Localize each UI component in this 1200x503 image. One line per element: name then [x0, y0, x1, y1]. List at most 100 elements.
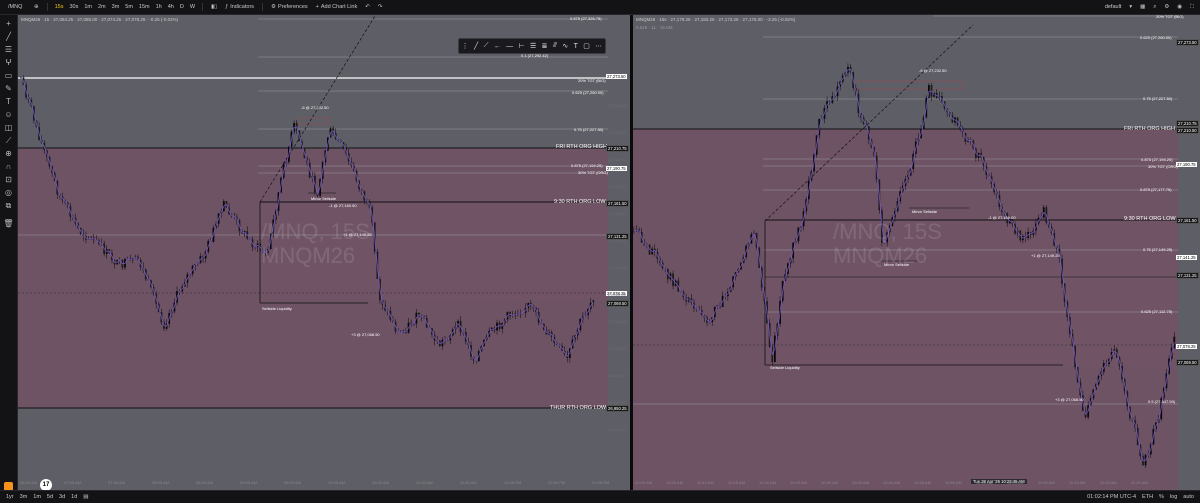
hline-tool-icon[interactable]: —	[506, 43, 513, 50]
left-time-tick: 07:00 AM	[64, 480, 81, 485]
layout-grid-icon[interactable]: ▦	[1140, 4, 1145, 10]
settings-icon[interactable]: ⚙	[1164, 4, 1169, 10]
add-symbol-icon[interactable]: ⊕	[30, 4, 43, 10]
right-time-tick: 10:30 AM	[821, 480, 838, 485]
brush-icon[interactable]: ✎	[3, 84, 14, 93]
timeframe-30s[interactable]: 30s	[66, 4, 81, 10]
pitchfork-icon[interactable]: ⵖ	[3, 58, 14, 67]
range-1d[interactable]: 1d	[71, 494, 77, 500]
ruler-icon[interactable]: ⟋	[3, 136, 14, 145]
camera-icon[interactable]: ◉	[1177, 4, 1182, 10]
right-time-tick: 11:15 AM	[1100, 480, 1117, 485]
hray-tool-icon[interactable]: ⊢	[519, 42, 525, 50]
symbol-search[interactable]: /MNQ	[8, 4, 30, 10]
trendline-icon[interactable]: ╱	[3, 32, 14, 41]
right-trade-buy3: +3 @ 27,068.50	[1055, 397, 1084, 402]
left-time-tick: 09:00 AM	[240, 480, 257, 485]
floating-drawing-toolbox: ⋮ ╱ ⟋ ← — ⊢ ☰ ≣ ⫻ ∿ T ▢ ⋯	[458, 38, 606, 54]
trash-icon[interactable]: 🗑	[3, 219, 14, 228]
right-level-05b: 0.5 (27,047.50)	[1148, 399, 1176, 404]
right-legend: MNQM26 · 15s · 27,179.25 · 27,183.25 · 2…	[636, 17, 796, 22]
smile-icon[interactable]: ☺	[3, 110, 14, 119]
right-time-tick: 10:25 AM	[790, 480, 807, 485]
hide-drawings-icon[interactable]: ◎	[3, 188, 14, 197]
rectangle-icon[interactable]: ▭	[3, 71, 14, 80]
right-time-tick: 10:40 AM	[883, 480, 900, 485]
chart-type-icon[interactable]: ▮▯	[207, 4, 221, 10]
horizontal-lines-icon[interactable]: ☰	[3, 45, 14, 54]
session-toggle[interactable]: ETH	[1142, 494, 1153, 500]
timeframe-w[interactable]: W	[187, 4, 198, 10]
left-level-0875top: 0.875 (27,326.75)	[570, 16, 602, 21]
right-level-0625b: 0.625 (27,112.75)	[1141, 309, 1173, 314]
line-tool-icon[interactable]: ╱	[474, 42, 478, 50]
top-toolbar: /MNQ ⊕ 15s 30s 1m 2m 3m 5m 15m 1h 4h D W…	[0, 0, 1200, 15]
right-time-tick: 10:00 AM	[635, 480, 652, 485]
log-toggle[interactable]: log	[1170, 494, 1177, 500]
left-trade-buy1: +1 @ 27,149.25	[343, 232, 372, 237]
percent-toggle[interactable]: %	[1159, 494, 1164, 500]
right-tag-p6: 27,131.25	[1176, 272, 1199, 279]
clock-readout: 01:02:14 PM UTC-4	[1087, 494, 1137, 500]
left-tag-p3: 27,190.75	[606, 166, 627, 171]
timeframe-1h[interactable]: 1h	[153, 4, 165, 10]
timeframe-1m[interactable]: 1m	[81, 4, 95, 10]
drag-handle-icon[interactable]: ⋮	[462, 42, 469, 50]
range-1yr[interactable]: 1yr	[6, 494, 14, 500]
timeframe-3m[interactable]: 3m	[109, 4, 123, 10]
text-icon[interactable]: T	[3, 97, 14, 106]
more-tools-icon[interactable]: ⋯	[595, 42, 602, 50]
right-minor-sellside-b: Minor Sellside	[884, 262, 910, 267]
channel-icon[interactable]: ⫻	[553, 42, 557, 50]
lock-icon[interactable]: ⊡	[3, 175, 14, 184]
timeframe-4h[interactable]: 4h	[165, 4, 177, 10]
left-price-tick: 27,125.00	[608, 238, 626, 243]
left-time-tick: 12:30 PM	[548, 480, 566, 485]
path-icon[interactable]: ∿	[562, 42, 568, 50]
right-time-tick: 10:50 AM	[945, 480, 962, 485]
timeframe-15m[interactable]: 15m	[136, 4, 153, 10]
right-time-tick: 10:45 AM	[914, 480, 931, 485]
left-sellside-liquidity: Sellside Liquidity	[262, 306, 292, 311]
fib-tool-icon[interactable]: ☰	[530, 42, 536, 50]
chevron-down-icon[interactable]: ▾	[1129, 4, 1132, 10]
redo-icon[interactable]: ↷	[374, 4, 387, 10]
left-tag-p8: 26,950.25	[606, 405, 629, 412]
eraser-icon[interactable]: ◫	[3, 123, 14, 132]
range-3m[interactable]: 3m	[20, 494, 28, 500]
add-chart-link-button[interactable]: + Add Chart Link	[312, 4, 362, 10]
timeframe-2m[interactable]: 2m	[95, 4, 109, 10]
left-price-tick: 27,050.00	[608, 292, 626, 297]
chart-pane-right[interactable]: MNQM26 · 15s · 27,179.25 · 27,183.25 · 2…	[633, 14, 1200, 490]
auto-toggle[interactable]: auto	[1183, 494, 1194, 500]
calendar-icon[interactable]: ▤	[83, 494, 88, 500]
chart-pane-left[interactable]: MNQM26 · 15 · 27,084.25 · 27,085.00 · 27…	[18, 15, 630, 491]
fullscreen-icon[interactable]: ⛶	[1190, 4, 1194, 11]
layers-icon[interactable]: ⧉	[3, 201, 14, 210]
fib-ext-icon[interactable]: ≣	[542, 42, 548, 50]
left-watermark: /MNQ, 15S MNQM26	[261, 219, 370, 268]
rect-tool-icon[interactable]: ▢	[583, 42, 590, 50]
timeframe-5m[interactable]: 5m	[122, 4, 136, 10]
ray-tool-icon[interactable]: ⟋	[484, 42, 489, 50]
timeframe-15s[interactable]: 15s	[52, 4, 67, 10]
text-tool-icon[interactable]: T	[574, 43, 578, 50]
undo-icon[interactable]: ↶	[361, 4, 374, 10]
magnet-icon[interactable]: ∩	[3, 162, 14, 171]
left-time-tick: 09:30 AM	[284, 480, 301, 485]
range-3d[interactable]: 3d	[59, 494, 65, 500]
arrow-left-icon[interactable]: ←	[494, 43, 501, 50]
right-minor-sellside-a: Minor Sellside	[912, 209, 938, 214]
range-1m[interactable]: 1m	[33, 494, 41, 500]
layout-select[interactable]: default	[1105, 4, 1122, 10]
zoom-icon[interactable]: ⊕	[3, 149, 14, 158]
left-price-tick: 26,925.00	[608, 400, 626, 405]
search-icon[interactable]: ⌕	[1153, 4, 1156, 11]
indicators-button[interactable]: ƒ Indicators	[221, 4, 258, 10]
left-time-tick: 11:30 AM	[460, 480, 477, 485]
timeframe-d[interactable]: D	[177, 4, 187, 10]
crosshair-icon[interactable]: +	[3, 19, 14, 28]
right-time-tick: 11:20 AM	[1131, 480, 1148, 485]
range-5d[interactable]: 5d	[47, 494, 53, 500]
preferences-button[interactable]: ⚙ Preferences	[267, 4, 312, 10]
